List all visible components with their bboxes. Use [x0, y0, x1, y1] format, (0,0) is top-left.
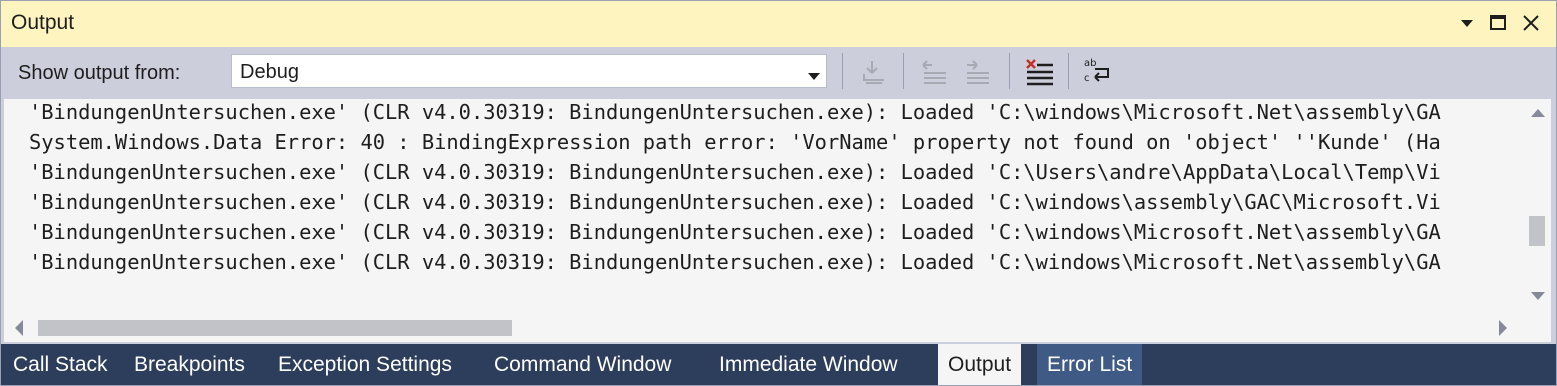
find-message-in-code-icon[interactable] — [858, 55, 890, 87]
output-line: System.Windows.Data Error: 40 : BindingE… — [29, 130, 1441, 154]
scroll-down-icon[interactable] — [1531, 288, 1545, 306]
scroll-right-icon[interactable] — [1498, 320, 1508, 341]
toggle-word-wrap-icon[interactable]: ab c — [1081, 55, 1113, 87]
title-bar: Output — [1, 1, 1556, 47]
horizontal-scrollbar[interactable] — [4, 314, 1551, 342]
dropdown-arrow-icon[interactable] — [1453, 9, 1481, 37]
previous-message-icon[interactable] — [918, 55, 950, 87]
vertical-scroll-thumb[interactable] — [1529, 216, 1545, 246]
output-source-dropdown[interactable]: Debug — [231, 54, 827, 88]
chevron-down-icon — [808, 68, 820, 86]
output-line: 'BindungenUntersuchen.exe' (CLR v4.0.303… — [29, 220, 1441, 244]
toolbar-separator — [842, 53, 843, 89]
window-title: Output — [11, 11, 75, 34]
tab-call-stack[interactable]: Call Stack — [3, 344, 118, 385]
next-message-icon[interactable] — [961, 55, 993, 87]
output-line: 'BindungenUntersuchen.exe' (CLR v4.0.303… — [29, 250, 1441, 274]
output-source-value: Debug — [240, 61, 299, 83]
clear-all-icon[interactable] — [1023, 55, 1055, 87]
tab-command-window[interactable]: Command Window — [484, 344, 681, 385]
toolbar-separator — [903, 53, 904, 89]
scroll-up-icon[interactable] — [1531, 105, 1545, 123]
tab-exception-settings[interactable]: Exception Settings — [268, 344, 462, 385]
toolbar-separator — [1009, 53, 1010, 89]
svg-text:ab: ab — [1084, 58, 1096, 69]
tab-error-list[interactable]: Error List — [1037, 344, 1143, 385]
tab-output[interactable]: Output — [938, 344, 1022, 385]
scroll-left-icon[interactable] — [14, 320, 24, 341]
tab-immediate-window[interactable]: Immediate Window — [709, 344, 908, 385]
output-toolbar: Show output from: Debug ab c — [1, 47, 1556, 99]
output-window: Output Show output from: Debug ab c 'Bin… — [0, 0, 1557, 386]
output-line: 'BindungenUntersuchen.exe' (CLR v4.0.303… — [29, 190, 1441, 214]
output-line: 'BindungenUntersuchen.exe' (CLR v4.0.303… — [29, 100, 1441, 124]
show-output-from-label: Show output from: — [18, 62, 181, 84]
horizontal-scroll-thumb[interactable] — [38, 320, 512, 336]
output-line: 'BindungenUntersuchen.exe' (CLR v4.0.303… — [29, 160, 1441, 184]
maximize-icon[interactable] — [1484, 9, 1512, 37]
svg-text:c: c — [1084, 73, 1090, 84]
tool-window-tabs: Call Stack Breakpoints Exception Setting… — [1, 344, 1556, 385]
close-icon[interactable] — [1517, 9, 1545, 37]
tab-breakpoints[interactable]: Breakpoints — [124, 344, 255, 385]
toolbar-separator — [1068, 53, 1069, 89]
output-text-area[interactable]: 'BindungenUntersuchen.exe' (CLR v4.0.303… — [4, 99, 1526, 314]
vertical-scrollbar[interactable] — [1526, 99, 1551, 314]
